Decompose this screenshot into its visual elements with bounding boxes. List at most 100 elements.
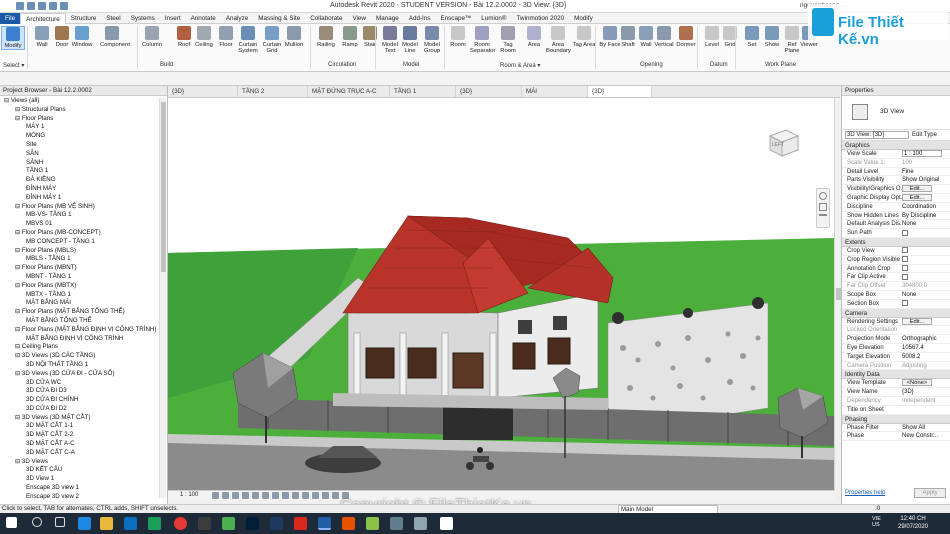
browser-tree-item[interactable]: MÓNG xyxy=(0,132,167,141)
browser-tree-item[interactable]: TẦNG 1 xyxy=(0,167,167,176)
ribbon-button-19[interactable]: Room Separator xyxy=(470,26,495,54)
property-value[interactable]: New Constr... xyxy=(902,432,948,440)
browser-tree-item[interactable]: MẶT BẰNG MÁI xyxy=(0,299,167,308)
browser-tree-item[interactable]: MBLS - TẦNG 1 xyxy=(0,255,167,264)
browser-tree-item[interactable]: MBVS 01 xyxy=(0,220,167,229)
property-value[interactable]: Orthographic xyxy=(902,335,948,343)
view-control-icon[interactable] xyxy=(292,492,299,499)
property-value[interactable] xyxy=(902,229,948,237)
ribbon-tab-2[interactable]: Structure xyxy=(66,13,102,24)
revit-icon[interactable] xyxy=(318,517,331,530)
tree-expander-icon[interactable]: ⊟ xyxy=(15,308,22,315)
browser-tree-item[interactable]: 3D CỬA WC xyxy=(0,379,167,388)
app-icon-1[interactable] xyxy=(198,517,211,530)
view-tab-0[interactable]: {3D} xyxy=(168,86,238,97)
tree-expander-icon[interactable]: ⊟ xyxy=(4,97,11,104)
ribbon-button-10[interactable]: Curtain Grid xyxy=(260,26,284,54)
property-checkbox[interactable] xyxy=(902,273,908,280)
excel-icon[interactable] xyxy=(148,517,161,530)
chrome-icon[interactable] xyxy=(174,517,187,530)
ribbon-button-12[interactable]: Railing xyxy=(314,26,338,48)
ribbon-tab-11[interactable]: Manage xyxy=(371,13,404,24)
ribbon-button-11[interactable]: Mullion xyxy=(282,26,306,48)
browser-tree-item[interactable]: ⊟ Floor Plans (MẶT BẰNG ĐỊNH VỊ CÔNG TRÌ… xyxy=(0,326,167,335)
ribbon-tab-5[interactable]: Insert xyxy=(160,13,186,24)
property-edit-button[interactable]: Edit... xyxy=(902,317,932,325)
tree-expander-icon[interactable]: ⊟ xyxy=(15,282,22,289)
property-value[interactable]: Show Original xyxy=(902,176,948,184)
measure-icon[interactable] xyxy=(60,2,68,10)
property-checkbox[interactable] xyxy=(902,264,908,271)
ribbon-tab-4[interactable]: Systems xyxy=(126,13,160,24)
redo-icon[interactable] xyxy=(38,2,46,10)
instance-selector[interactable]: 3D View: {3D} xyxy=(845,131,909,139)
browser-tree-item[interactable]: ĐỈNH MÁY 1 xyxy=(0,194,167,203)
properties-section-header[interactable]: Graphics xyxy=(842,141,950,150)
tree-expander-icon[interactable]: ⊟ xyxy=(15,203,22,210)
property-checkbox[interactable] xyxy=(902,256,908,263)
ribbon-button-18[interactable]: Room xyxy=(446,26,470,48)
property-value[interactable]: Show All xyxy=(902,424,948,432)
browser-tree-item[interactable]: 3D MẶT CẮT 1-1 xyxy=(0,422,167,431)
nav-menu-icon[interactable] xyxy=(819,214,827,220)
ribbon-button-0[interactable]: Modify xyxy=(1,26,25,50)
browser-tree-item[interactable]: SÂN xyxy=(0,150,167,159)
property-value[interactable]: By Discipline xyxy=(902,212,948,220)
ribbon-tab-14[interactable]: Lumion® xyxy=(476,13,511,24)
browser-tree-item[interactable]: ⊟ Floor Plans (MBNT) xyxy=(0,264,167,273)
browser-tree-item[interactable]: 3D CỬA ĐI D2 xyxy=(0,405,167,414)
word-icon[interactable] xyxy=(124,517,137,530)
app-icon-4[interactable] xyxy=(342,517,355,530)
app-icon-5[interactable] xyxy=(366,517,379,530)
view-tab-2[interactable]: MẶT ĐỨNG TRỤC A-C xyxy=(308,86,390,97)
browser-tree-item[interactable]: 3D MẶT CẮT C-A xyxy=(0,449,167,458)
ribbon-tab-1[interactable]: Architecture xyxy=(20,13,66,24)
view-control-icon[interactable] xyxy=(332,492,339,499)
browser-tree-item[interactable]: ⊟ 3D Views (3D CỬA ĐI - CỬA SỔ) xyxy=(0,370,167,379)
property-value[interactable] xyxy=(902,300,948,308)
navigation-bar[interactable] xyxy=(816,188,830,228)
browser-tree-item[interactable]: ⊟ Floor Plans xyxy=(0,115,167,124)
property-value[interactable]: Edit... xyxy=(902,185,948,193)
property-input[interactable]: 1 : 100 xyxy=(902,150,942,157)
ribbon-button-3[interactable]: Window xyxy=(70,26,94,48)
browser-tree-item[interactable]: MBTX - TẦNG 1 xyxy=(0,291,167,300)
view-tab-6[interactable]: {3D} xyxy=(588,86,652,97)
properties-section-header[interactable]: Extents xyxy=(842,237,950,247)
property-edit-button[interactable]: Edit... xyxy=(902,185,932,193)
property-value[interactable] xyxy=(902,406,948,414)
ribbon-button-8[interactable]: Floor xyxy=(214,26,238,48)
ribbon-button-21[interactable]: Area xyxy=(522,26,546,48)
browser-tree-item[interactable]: SẢNH xyxy=(0,159,167,168)
tree-expander-icon[interactable]: ⊟ xyxy=(15,247,22,254)
property-value[interactable] xyxy=(902,247,948,255)
view-control-icon[interactable] xyxy=(242,492,249,499)
browser-tree-item[interactable]: 3D View 1 xyxy=(0,475,167,484)
edit-type-button[interactable]: Edit Type xyxy=(912,132,937,138)
view-control-icon[interactable] xyxy=(212,492,219,499)
view-control-icon[interactable] xyxy=(252,492,259,499)
steering-wheel-icon[interactable] xyxy=(819,192,827,200)
project-browser-scrollbar[interactable] xyxy=(159,98,166,498)
browser-tree-item[interactable]: ⊟ Floor Plans (MB-CONCEPT) xyxy=(0,229,167,238)
ribbon-button-5[interactable]: Column xyxy=(140,26,164,48)
view-control-icon[interactable] xyxy=(272,492,279,499)
view-control-icon[interactable] xyxy=(312,492,319,499)
quick-access-toolbar[interactable] xyxy=(16,2,68,10)
browser-tree-item[interactable]: ⊟ Ceiling Plans xyxy=(0,343,167,352)
property-checkbox[interactable] xyxy=(902,247,908,254)
app-icon-3[interactable] xyxy=(270,517,283,530)
view-control-icon[interactable] xyxy=(222,492,229,499)
property-value[interactable] xyxy=(902,256,948,264)
browser-tree-item[interactable]: 3D MẶT CẮT 2-2 xyxy=(0,431,167,440)
property-value[interactable]: 10567.4 xyxy=(902,344,948,352)
properties-section-header[interactable]: Phasing xyxy=(842,414,950,424)
browser-tree-item[interactable]: MB-VS- TẦNG 1 xyxy=(0,211,167,220)
app-icon-2[interactable] xyxy=(222,517,235,530)
browser-tree-item[interactable]: ⊟ 3D Views (3D CÁC TẦNG) xyxy=(0,352,167,361)
property-value[interactable]: Edit... xyxy=(902,317,948,326)
tree-expander-icon[interactable]: ⊟ xyxy=(15,352,22,359)
properties-section-header[interactable]: Identity Data xyxy=(842,370,950,380)
property-value[interactable]: Edit... xyxy=(902,193,948,202)
browser-tree-item[interactable]: ⊟ Floor Plans (MB VỆ SINH) xyxy=(0,203,167,212)
